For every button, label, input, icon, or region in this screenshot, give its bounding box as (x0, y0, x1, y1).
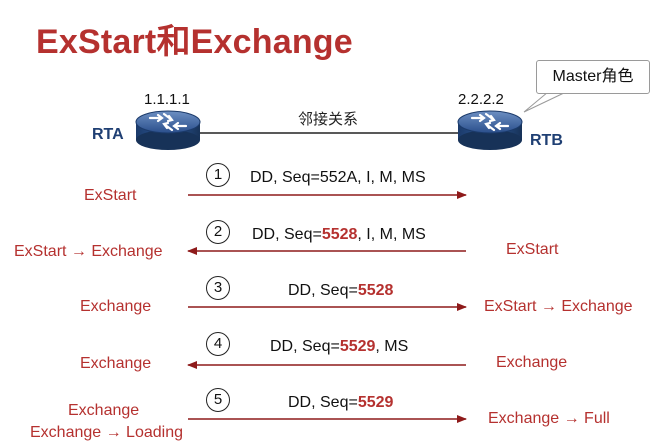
message-flags: , I, M, MS (357, 226, 426, 243)
step-number: 2 (206, 220, 230, 244)
sequence-highlight: 5528 (321, 226, 358, 243)
dd-message: DD, Seq=5528, I, M, MS (252, 226, 426, 244)
message-text: DD, Seq=552A, I, M, MS (250, 169, 426, 186)
rtb-state: Exchange → Full (488, 410, 610, 427)
message-text: DD, Seq= (288, 282, 358, 299)
step-number: 3 (206, 276, 230, 300)
rtb-state: ExStart (506, 241, 559, 258)
rtb-ip: 2.2.2.2 (458, 91, 504, 108)
message-text: DD, Seq= (252, 226, 322, 243)
router-icon (456, 109, 524, 152)
adjacency-label: 邻接关系 (298, 111, 359, 128)
rta-state: ExStart → Exchange (14, 243, 163, 260)
callout-tail (523, 91, 567, 113)
message-flags: , MS (375, 338, 409, 355)
step-number: 1 (206, 163, 230, 187)
rta-state: Exchange (68, 402, 140, 419)
sequence-highlight: 5529 (339, 338, 376, 355)
step-number: 4 (206, 332, 230, 356)
message-text: DD, Seq= (270, 338, 340, 355)
rta-state: Exchange (80, 355, 152, 372)
rtb-state: Exchange (496, 354, 568, 371)
rta-ip: 1.1.1.1 (144, 91, 190, 108)
rtb-state: ExStart → Exchange (484, 298, 633, 315)
sequence-highlight: 5529 (357, 394, 394, 411)
dd-message: DD, Seq=552A, I, M, MS (250, 169, 426, 187)
dd-message: DD, Seq=5529 (288, 394, 393, 412)
step-number: 5 (206, 388, 230, 412)
dd-message: DD, Seq=5528 (288, 282, 393, 300)
router-icon (134, 109, 202, 152)
rta-label: RTA (92, 126, 124, 143)
rta-state: ExStart (84, 187, 137, 204)
dd-message: DD, Seq=5529, MS (270, 338, 408, 356)
rta-state: Exchange (80, 298, 152, 315)
sequence-highlight: 5528 (357, 282, 394, 299)
master-role-callout: Master角色 (536, 60, 650, 94)
message-text: DD, Seq= (288, 394, 358, 411)
rta-state-secondary: Exchange → Loading (30, 424, 183, 441)
rtb-label: RTB (530, 132, 563, 149)
